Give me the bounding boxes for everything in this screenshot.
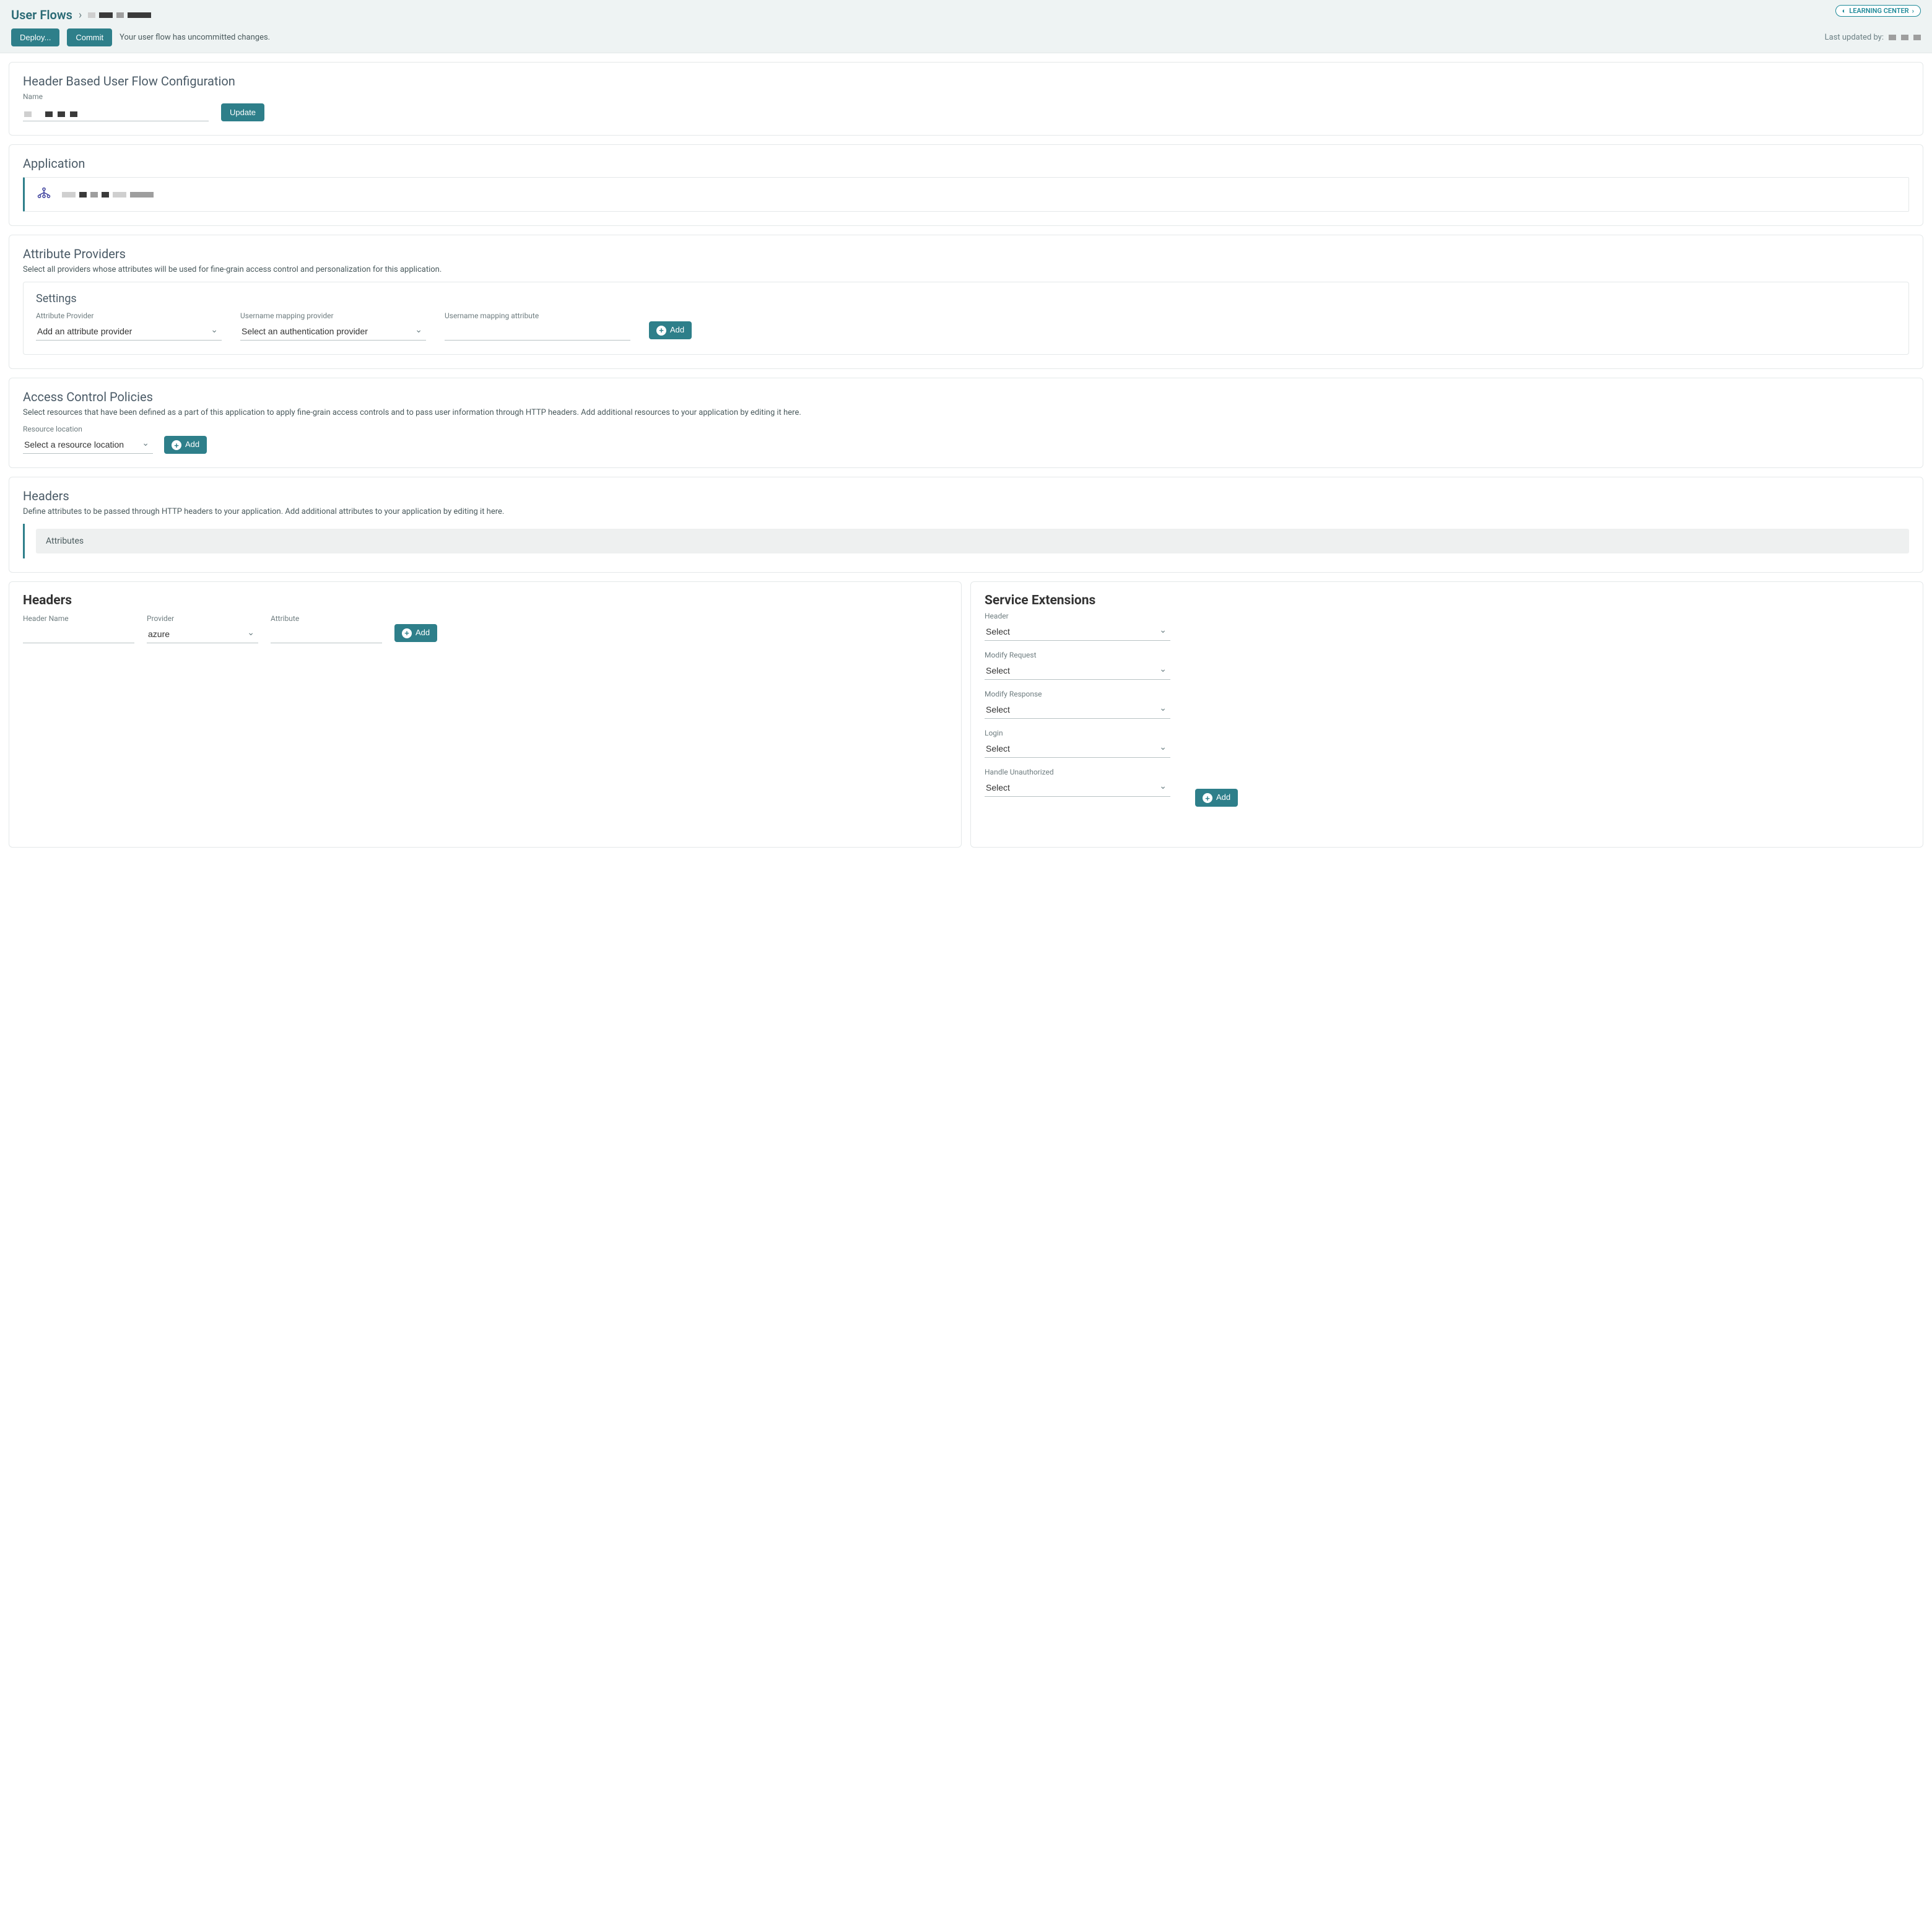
application-title: Application — [23, 156, 1909, 171]
headers-section-title: Headers — [23, 488, 1909, 503]
acp-title: Access Control Policies — [23, 389, 1909, 404]
attribute-input[interactable] — [271, 625, 382, 643]
plus-circle-icon: + — [402, 628, 412, 638]
action-row: Deploy... Commit Your user flow has unco… — [11, 28, 1921, 46]
commit-button[interactable]: Commit — [67, 28, 112, 46]
attribute-providers-desc: Select all providers whose attributes wi… — [23, 265, 1909, 274]
headers-form-card: Headers Header Name Provider azure Attri… — [9, 581, 962, 848]
add-resource-button[interactable]: + Add — [164, 436, 207, 454]
headers-form-title: Headers — [23, 593, 947, 608]
attr-provider-select[interactable]: Add an attribute provider — [36, 323, 222, 341]
top-bar: User Flows › ◐ LEARNING CENTER › Deploy.… — [0, 0, 1932, 53]
chevron-right-icon: › — [1912, 7, 1914, 15]
svc-login-label: Login — [985, 729, 1170, 737]
settings-title: Settings — [36, 292, 1896, 305]
user-map-attr-input[interactable] — [445, 323, 630, 341]
add-header-label: Add — [416, 628, 430, 637]
application-card: Application — [9, 144, 1923, 226]
header-name-input[interactable] — [23, 625, 134, 643]
bulb-icon: ◐ — [1842, 7, 1847, 15]
svc-header-select[interactable]: Select — [985, 623, 1170, 641]
config-card: Header Based User Flow Configuration Nam… — [9, 62, 1923, 136]
svc-modify-response-select[interactable]: Select — [985, 701, 1170, 719]
resource-label: Resource location — [23, 425, 153, 433]
svc-modify-request-select[interactable]: Select — [985, 662, 1170, 680]
breadcrumb-row: User Flows › ◐ LEARNING CENTER › — [11, 7, 1921, 22]
page-body: Header Based User Flow Configuration Nam… — [0, 53, 1932, 856]
attribute-providers-title: Attribute Providers — [23, 246, 1909, 261]
svc-header-label: Header — [985, 612, 1170, 620]
svc-login-select[interactable]: Select — [985, 740, 1170, 758]
name-label: Name — [23, 92, 1909, 101]
add-header-button[interactable]: + Add — [394, 624, 437, 642]
user-map-provider-select[interactable]: Select an authentication provider — [240, 323, 426, 341]
provider-select[interactable]: azure — [147, 625, 258, 643]
app-flow-icon — [36, 186, 52, 202]
user-map-provider-label: Username mapping provider — [240, 311, 426, 320]
acp-desc: Select resources that have been defined … — [23, 408, 1909, 417]
attr-provider-label: Attribute Provider — [36, 311, 222, 320]
plus-circle-icon: + — [656, 326, 666, 336]
last-updated-label: Last updated by: — [1825, 33, 1884, 42]
svc-modify-request-label: Modify Request — [985, 651, 1170, 659]
add-service-ext-label: Add — [1216, 792, 1230, 802]
provider-label: Provider — [147, 614, 258, 623]
application-name — [62, 192, 154, 198]
last-updated: Last updated by: — [1825, 33, 1921, 42]
learning-center-link[interactable]: ◐ LEARNING CENTER › — [1835, 5, 1921, 17]
name-input[interactable] — [23, 105, 209, 121]
resource-select[interactable]: Select a resource location — [23, 436, 153, 454]
learning-center-label: LEARNING CENTER — [1849, 7, 1908, 15]
user-map-attr-label: Username mapping attribute — [445, 311, 630, 320]
config-title: Header Based User Flow Configuration — [23, 74, 1909, 89]
plus-circle-icon: + — [1203, 793, 1212, 803]
acp-card: Access Control Policies Select resources… — [9, 378, 1923, 468]
add-provider-label: Add — [670, 325, 684, 334]
breadcrumb-root[interactable]: User Flows — [11, 7, 72, 22]
add-service-ext-button[interactable]: + Add — [1195, 789, 1238, 807]
add-resource-label: Add — [185, 440, 199, 449]
header-name-label: Header Name — [23, 614, 134, 623]
add-provider-button[interactable]: + Add — [649, 321, 692, 339]
plus-circle-icon: + — [172, 440, 181, 450]
service-extensions-card: Service Extensions Header Select Modify … — [970, 581, 1923, 848]
headers-section-card: Headers Define attributes to be passed t… — [9, 477, 1923, 573]
breadcrumb-current — [88, 12, 151, 18]
svc-unauth-label: Handle Unauthorized — [985, 768, 1170, 776]
redacted-icon — [1901, 35, 1908, 40]
service-extensions-title: Service Extensions — [985, 593, 1909, 608]
svc-unauth-select[interactable]: Select — [985, 779, 1170, 797]
application-row[interactable] — [23, 177, 1909, 212]
headers-section-desc: Define attributes to be passed through H… — [23, 507, 1909, 516]
redacted-icon — [1889, 35, 1896, 40]
deploy-button[interactable]: Deploy... — [11, 28, 59, 46]
attribute-label: Attribute — [271, 614, 382, 623]
dual-row: Headers Header Name Provider azure Attri… — [9, 581, 1923, 848]
redacted-icon — [1913, 35, 1921, 40]
chevron-right-icon: › — [79, 9, 82, 22]
settings-box: Settings Attribute Provider Add an attri… — [23, 282, 1909, 355]
svc-modify-response-label: Modify Response — [985, 690, 1170, 698]
attribute-providers-card: Attribute Providers Select all providers… — [9, 235, 1923, 369]
update-button[interactable]: Update — [221, 103, 264, 121]
attributes-bar[interactable]: Attributes — [36, 529, 1909, 553]
uncommitted-message: Your user flow has uncommitted changes. — [120, 33, 270, 42]
attributes-wrap: Attributes — [23, 524, 1909, 558]
